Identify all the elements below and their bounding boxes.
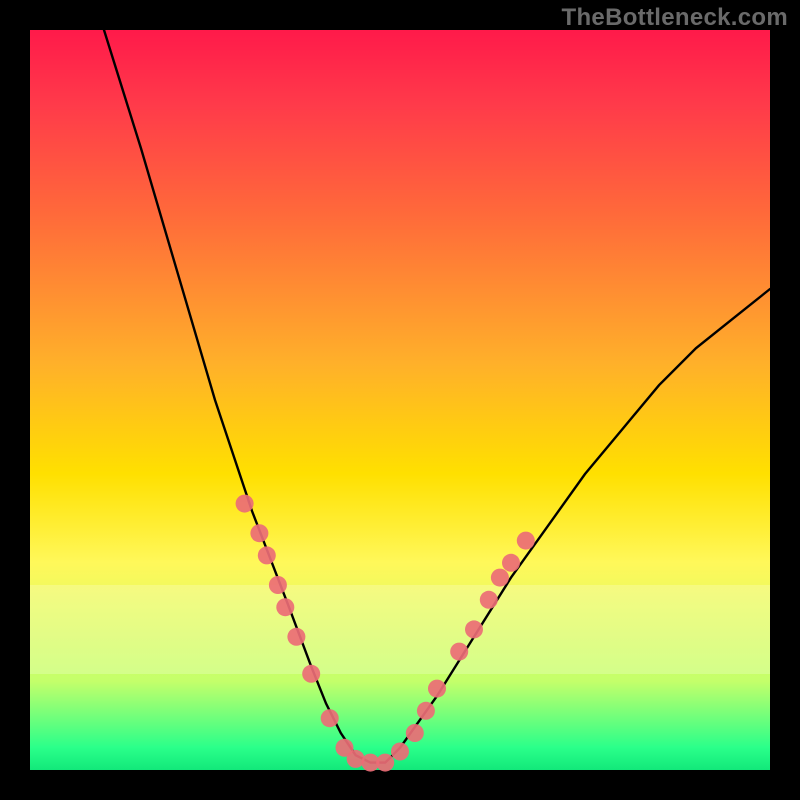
data-point-marker xyxy=(376,754,394,772)
data-point-marker xyxy=(258,546,276,564)
data-point-marker xyxy=(236,495,254,513)
data-point-marker xyxy=(391,743,409,761)
data-point-marker xyxy=(480,591,498,609)
curve-layer xyxy=(30,30,770,770)
data-point-marker xyxy=(276,598,294,616)
data-point-marker xyxy=(417,702,435,720)
data-point-marker xyxy=(269,576,287,594)
data-point-marker xyxy=(287,628,305,646)
data-point-marker xyxy=(302,665,320,683)
data-point-marker xyxy=(465,620,483,638)
watermark-text: TheBottleneck.com xyxy=(562,4,788,32)
chart-frame: TheBottleneck.com xyxy=(0,0,800,800)
data-point-marker xyxy=(250,524,268,542)
data-point-marker xyxy=(406,724,424,742)
data-point-marker xyxy=(491,569,509,587)
plot-area xyxy=(30,30,770,770)
data-point-marker xyxy=(321,709,339,727)
data-point-marker xyxy=(517,532,535,550)
data-point-marker xyxy=(450,643,468,661)
bottleneck-curve xyxy=(104,30,770,763)
data-point-marker xyxy=(502,554,520,572)
data-point-marker xyxy=(428,680,446,698)
curve-markers xyxy=(236,495,535,772)
